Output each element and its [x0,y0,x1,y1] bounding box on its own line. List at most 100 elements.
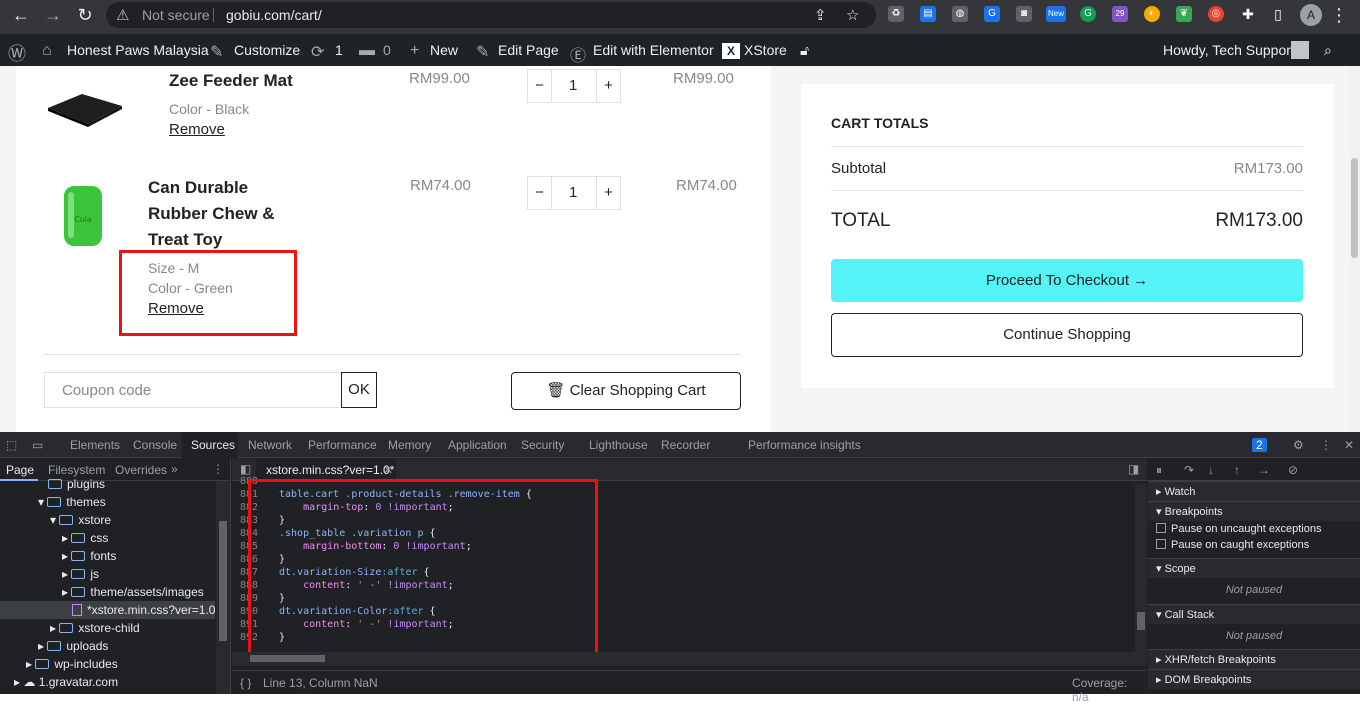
step-over-icon[interactable]: ↷ [1184,463,1194,477]
apply-coupon-button[interactable]: OK [341,372,377,408]
tab-console[interactable]: Console [133,438,177,452]
new-link[interactable]: New [430,42,458,58]
scrollbar-thumb[interactable] [1351,158,1358,258]
format-icon[interactable]: { } [240,676,251,690]
user-avatar[interactable] [1291,41,1309,59]
tree-item[interactable]: ▸ xstore-child [50,621,140,635]
tree-item[interactable]: ▾ xstore [50,513,111,527]
checkbox[interactable] [1156,523,1166,533]
xstore-link[interactable]: XStore [744,42,787,58]
tree-item[interactable]: ▾ themes [38,495,106,509]
toggle-navigator-icon[interactable]: ◧ [240,462,251,476]
tab-network[interactable]: Network [248,438,292,452]
tab-memory[interactable]: Memory [388,438,431,452]
customize-link[interactable]: Customize [234,42,300,58]
close-icon[interactable]: ✕ [1344,438,1354,452]
tree-item-selected[interactable]: *xstore.min.css?ver=1.0 [72,603,215,617]
product-name-line-1[interactable]: Can Durable [148,175,248,201]
coupon-input[interactable]: Coupon code [44,372,342,408]
pause-uncaught-option[interactable]: Pause on uncaught exceptions [1156,523,1321,535]
chew-toy-image[interactable]: Cola [62,182,104,250]
deactivate-breakpoints-icon[interactable]: ⊘ [1288,463,1298,477]
navigator-menu-icon[interactable]: ⋮ [212,462,224,476]
pause-icon[interactable]: ⏸ [1156,463,1162,478]
step-into-icon[interactable]: ↓ [1208,463,1214,477]
comments-icon[interactable]: ▬ [359,42,375,60]
clear-cart-button[interactable]: 🗑︎ Clear Shopping Cart [511,372,741,410]
counter-extension-icon[interactable]: 29 [1112,6,1128,22]
close-tab-icon[interactable]: ✕ [383,463,393,477]
tree-item[interactable]: ▸ css [62,531,108,545]
quantity-stepper[interactable]: − 1 + [527,176,621,210]
tab-application[interactable]: Application [448,438,507,452]
globe-extension-icon[interactable]: ◍ [952,6,968,22]
back-arrow-icon[interactable]: ← [10,4,32,26]
decrease-button[interactable]: − [528,70,552,102]
tree-item[interactable]: ▸ uploads [38,639,108,653]
share-icon[interactable]: ⇪ [814,6,827,24]
scrollbar-thumb[interactable] [250,655,325,662]
edit-page-link[interactable]: Edit Page [498,42,559,58]
address-bar[interactable]: ⚠ Not secure gobiu.com/cart/ ⇪ ☆ [106,2,876,28]
proceed-to-checkout-button[interactable]: Proceed To Checkout → [831,259,1303,302]
tree-item[interactable]: ▸ fonts [62,549,116,563]
dom-breakpoints-section[interactable]: ▸ DOM Breakpoints [1148,669,1360,689]
feeder-mat-image[interactable] [44,90,124,128]
horizontal-scrollbar[interactable] [232,652,1147,666]
tree-item[interactable]: ▸ js [62,567,99,581]
tree-item[interactable]: ▸ theme/assets/images [62,585,204,599]
scope-section[interactable]: ▾ Scope [1148,558,1360,578]
open-file-tab[interactable]: xstore.min.css?ver=1.0* [266,463,394,477]
tab-overrides[interactable]: Overrides [115,463,167,477]
puzzle-icon[interactable]: ✚ [1240,6,1256,22]
translate-extension-icon[interactable]: G [984,6,1000,22]
continue-shopping-button[interactable]: Continue Shopping [831,313,1303,357]
howdy-link[interactable]: Howdy, Tech Support [1163,42,1295,58]
reload-icon[interactable]: ↻ [74,4,96,26]
step-out-icon[interactable]: ↑ [1234,463,1240,477]
more-tabs-icon[interactable]: » [171,462,178,476]
issues-badge[interactable]: 2 [1252,438,1267,452]
remove-link[interactable]: Remove [169,121,225,138]
quantity-value[interactable]: 1 [569,77,577,94]
checkbox[interactable] [1156,539,1166,549]
pause-caught-option[interactable]: Pause on caught exceptions [1156,539,1309,551]
product-name-line-2[interactable]: Rubber Chew & [148,201,275,227]
tree-item[interactable]: ▸ ☁ 1.gravatar.com [14,675,118,689]
navigator-scrollbar[interactable] [216,481,230,694]
settings-gear-icon[interactable]: ⚙ [1293,438,1304,452]
menu-dots-icon[interactable]: ⋮ [1328,4,1350,26]
product-name-zee-feeder-mat[interactable]: Zee Feeder Mat [169,68,293,94]
tab-filesystem[interactable]: Filesystem [48,463,105,477]
forward-arrow-icon[interactable]: → [42,4,64,26]
star-icon[interactable]: ☆ [846,6,859,24]
tree-item[interactable]: ▸ wp-includes [26,657,118,671]
increase-button[interactable]: + [596,177,620,209]
camera-extension-icon[interactable]: ◙ [1016,6,1032,22]
scrollbar-thumb[interactable] [219,521,227,641]
more-options-icon[interactable]: ⋮ [1320,438,1332,452]
page-scrollbar[interactable] [1349,66,1360,432]
tab-performance[interactable]: Performance [308,438,377,452]
search-icon[interactable]: ⌕ [1324,42,1332,59]
vertical-scrollbar[interactable] [1135,484,1147,652]
tree-item[interactable]: plugins [48,477,105,491]
decrease-button[interactable]: − [528,177,552,209]
new-extension-icon[interactable]: New [1046,6,1066,22]
tab-lighthouse[interactable]: Lighthouse [589,438,648,452]
chrome-extension-icon[interactable]: ◎ [1208,6,1224,22]
recycle-extension-icon[interactable]: ♻ [888,6,904,22]
xhr-breakpoints-section[interactable]: ▸ XHR/fetch Breakpoints [1148,649,1360,669]
docs-extension-icon[interactable]: ▤ [920,6,936,22]
tab-recorder[interactable]: Recorder [661,438,710,452]
lock-icon[interactable]: 🔓︎ [800,42,809,59]
tab-performance-insights[interactable]: Performance insights [748,438,861,452]
inspect-icon[interactable]: ⬚ [6,438,17,452]
url-text[interactable]: gobiu.com/cart/ [226,7,322,23]
increase-button[interactable]: + [596,70,620,102]
grammarly-extension-icon[interactable]: G [1080,6,1096,22]
tab-elements[interactable]: Elements [70,438,120,452]
site-name-link[interactable]: Honest Paws Malaysia [67,42,209,58]
scrollbar-thumb[interactable] [1137,612,1145,630]
step-icon[interactable]: → [1258,463,1270,477]
